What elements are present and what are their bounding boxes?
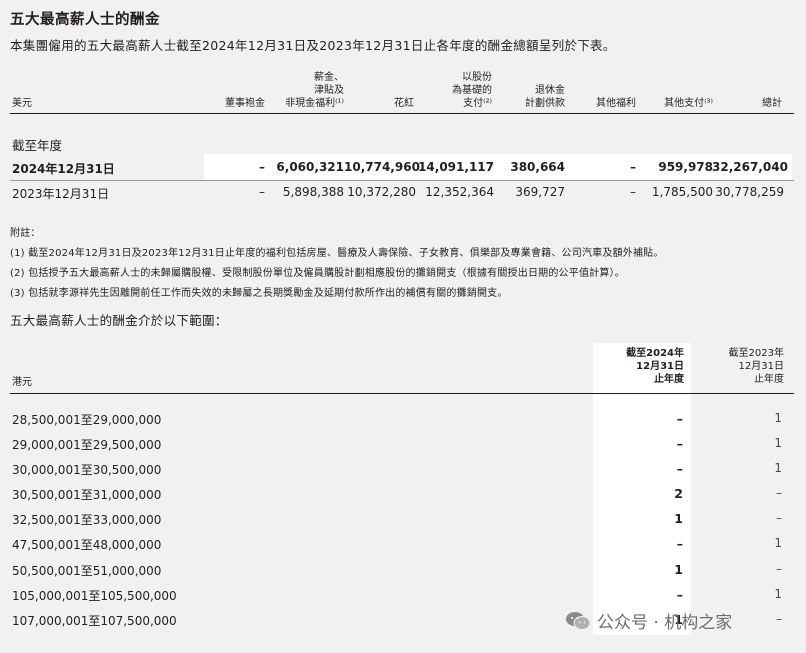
- range-table-title: 五大最高薪人士的酬金介於以下範圍：: [10, 313, 228, 328]
- cell-2023-salaries: 5,898,388: [282, 185, 344, 199]
- notes-heading: 附註：: [10, 228, 41, 239]
- range-row-label: 105,000,001至105,500,000: [12, 589, 177, 603]
- cell-2024-share-based: 14,091,117: [418, 160, 494, 174]
- cell-2024-other-benefits: –: [630, 160, 636, 174]
- range-row-label: 28,500,001至29,000,000: [12, 413, 162, 427]
- table1-header-rule: [10, 113, 794, 114]
- range-row-2023: –: [776, 562, 782, 576]
- cell-2023-total: 30,778,259: [715, 185, 784, 199]
- note-3: (3) 包括就李源祥先生因離開前任工作而失效的未歸屬之長期獎勵金及延期付款所作出…: [10, 288, 508, 299]
- header-pension: 退休金 計劃供款: [525, 85, 565, 109]
- currency-label: 美元: [12, 98, 32, 109]
- header-bonus: 花紅: [394, 98, 414, 109]
- range-row-label: 50,500,001至51,000,000: [12, 564, 162, 578]
- range-row-2024: –: [676, 411, 683, 426]
- header-other-benefits: 其他福利: [596, 98, 636, 109]
- cell-2023-share-based: 12,352,364: [425, 185, 494, 199]
- cell-2024-pension: 380,664: [510, 160, 565, 174]
- range-row-2024: –: [676, 536, 683, 551]
- cell-2023-directors-fee: –: [259, 185, 265, 199]
- range-row-2023: 1: [774, 587, 782, 601]
- cell-2024-other-payments: 959,978: [658, 160, 713, 174]
- row-divider: [10, 180, 794, 181]
- range-row-label: 107,000,001至107,500,000: [12, 614, 177, 628]
- range-row-label: 32,500,001至33,000,000: [12, 513, 162, 527]
- range-row-2023: –: [776, 486, 782, 500]
- period-section-label: 截至年度: [12, 138, 63, 153]
- watermark-text: 公众号 · 机构之家: [597, 613, 733, 633]
- table2-header-rule: [10, 393, 794, 394]
- header-total: 總計: [762, 98, 782, 109]
- range-currency-label: 港元: [12, 377, 32, 388]
- watermark: 公众号 · 机构之家: [565, 608, 732, 633]
- range-row-2023: 1: [774, 411, 782, 425]
- range-row-2024: 1: [674, 511, 683, 526]
- range-row-2023: –: [776, 511, 782, 525]
- range-row-2023: 1: [774, 436, 782, 450]
- range-row-label: 30,500,001至31,000,000: [12, 488, 162, 502]
- wechat-icon: [566, 611, 591, 630]
- range-row-2024: –: [676, 461, 683, 476]
- cell-2024-directors-fee: –: [259, 160, 265, 174]
- cell-2023-pension: 369,727: [515, 185, 565, 199]
- cell-2024-salaries: 6,060,321: [276, 160, 344, 174]
- header-other-payments: 其他支付⁽³⁾: [664, 98, 713, 109]
- range-row-2023: 1: [774, 536, 782, 550]
- header-2023-column: 截至2023年 12月31日 止年度: [728, 348, 784, 385]
- header-directors-fee: 董事袍金: [225, 98, 265, 109]
- section-title: 五大最高薪人士的酬金: [10, 12, 160, 28]
- row-label-2023: 2023年12月31日: [12, 187, 110, 201]
- header-salaries: 薪金、 津貼及 非現金福利⁽¹⁾: [285, 72, 344, 109]
- cell-2024-total: 32,267,040: [712, 160, 788, 174]
- range-row-2024: 1: [674, 562, 683, 577]
- note-2: (2) 包括授予五大最高薪人士的未歸屬購股權、受限制股份單位及僱員購股計劃相應股…: [10, 268, 625, 279]
- range-row-2024: –: [676, 436, 683, 451]
- range-row-label: 30,000,001至30,500,000: [12, 463, 162, 477]
- range-row-2023: –: [776, 612, 782, 626]
- range-row-2024: 2: [674, 486, 683, 501]
- cell-2023-other-payments: 1,785,500: [651, 185, 713, 199]
- note-1: (1) 截至2024年12月31日及2023年12月31日止年度的福利包括房屋、…: [10, 248, 664, 259]
- cell-2023-bonus: 10,372,280: [347, 185, 416, 199]
- row-label-2024: 2024年12月31日: [12, 162, 115, 176]
- range-row-label: 29,000,001至29,500,000: [12, 438, 162, 452]
- range-row-2023: 1: [774, 461, 782, 475]
- cell-2023-other-benefits: –: [630, 185, 636, 199]
- header-share-based: 以股份 為基礎的 支付⁽²⁾: [452, 72, 492, 109]
- header-2024-column: 截至2024年 12月31日 止年度: [626, 348, 684, 385]
- cell-2024-bonus: 10,774,960: [344, 160, 420, 174]
- range-row-label: 47,500,001至48,000,000: [12, 538, 162, 552]
- intro-text: 本集團僱用的五大最高薪人士截至2024年12月31日及2023年12月31日止各…: [10, 38, 616, 53]
- range-row-2024: –: [676, 587, 683, 602]
